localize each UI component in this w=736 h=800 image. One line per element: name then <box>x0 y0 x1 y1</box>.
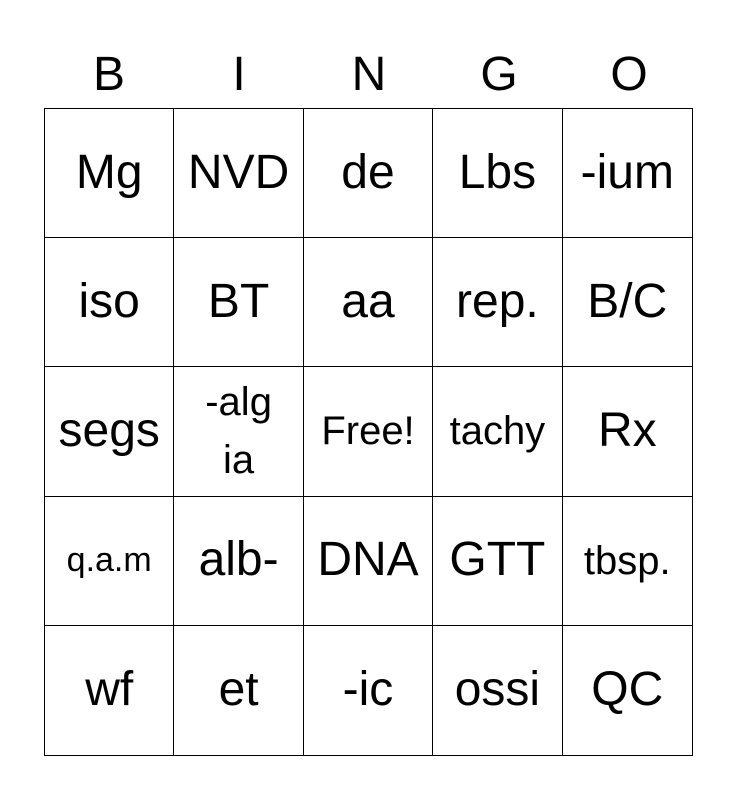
bingo-cell: B/C <box>562 238 692 368</box>
bingo-cell: GTT <box>433 496 563 626</box>
bingo-cell: iso <box>45 238 175 368</box>
bingo-cell: tbsp. <box>562 497 692 626</box>
header-letter-o: O <box>610 48 648 101</box>
bingo-cell: -algia <box>174 367 304 497</box>
bingo-cell: Rx <box>562 367 692 497</box>
bingo-cell: alb- <box>174 496 304 626</box>
bingo-cell: -ium <box>562 109 692 239</box>
bingo-cell: segs <box>45 367 175 497</box>
bingo-cell: de <box>303 109 434 239</box>
header-letter-g: G <box>480 48 518 101</box>
header-letter-b: B <box>92 48 125 101</box>
bingo-cell: ossi <box>433 625 563 755</box>
bingo-cell: rep. <box>433 238 563 368</box>
bingo-cell: -ic <box>304 625 434 755</box>
bingo-cell: QC <box>591 662 664 716</box>
header-letter-n: N <box>351 48 387 101</box>
bingo-cell: Lbs <box>433 109 563 239</box>
bingo-cell: NVD <box>174 109 304 239</box>
free-space-cell: Free! <box>303 367 434 497</box>
bingo-cell: BT <box>174 238 304 368</box>
bingo-cell: tachy <box>433 367 563 497</box>
bingo-cell: aa <box>303 238 434 368</box>
bingo-cell: DNA <box>303 496 434 626</box>
bingo-cell: q.a.m <box>45 496 175 626</box>
bingo-cell: Mg <box>45 109 175 239</box>
bingo-cell: wf <box>45 625 175 755</box>
header-letter-i: I <box>232 48 246 101</box>
bingo-cell: et <box>174 625 304 755</box>
bingo-header: B I N G O <box>44 44 694 106</box>
bingo-grid: Mg NVD de Lbs -ium iso BT aa rep. B/C se… <box>44 108 693 756</box>
